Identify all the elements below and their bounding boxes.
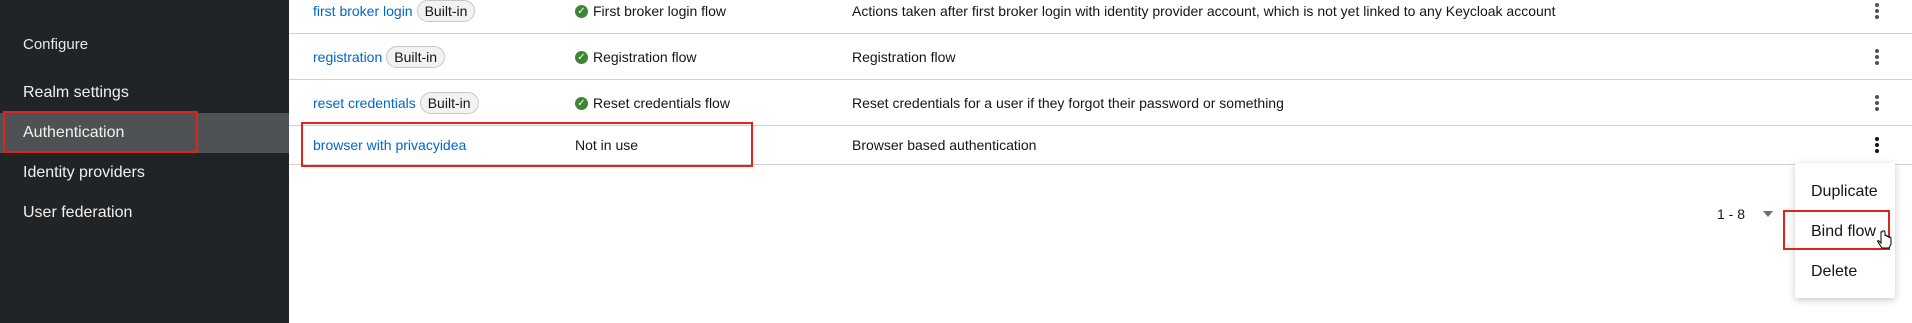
sidebar-item-realm-settings[interactable]: Realm settings [0,73,289,113]
sidebar-item-label: Identity providers [23,164,145,181]
menu-item-label: Bind flow [1811,223,1876,240]
table-row: registration Built-in ✓ Registration flo… [289,35,1912,80]
kebab-icon[interactable] [1862,81,1892,125]
built-in-badge: Built-in [416,0,476,22]
flow-description: Reset credentials for a user if they for… [852,95,1284,111]
sidebar-item-label: Realm settings [23,84,129,101]
used-by-text: First broker login flow [593,3,727,19]
kebab-icon[interactable] [1862,35,1892,79]
pagination-toggle[interactable]: 1 - 8 [1717,206,1774,222]
built-in-badge: Built-in [419,92,479,114]
check-circle-icon: ✓ [575,50,588,64]
flow-name-link[interactable]: first broker login [313,3,413,19]
menu-item-label: Duplicate [1811,183,1878,200]
flow-name-link[interactable]: reset credentials [313,95,416,111]
table-row: first broker login Built-in ✓ First brok… [289,0,1912,34]
used-by-text: Registration flow [593,49,697,65]
check-circle-icon: ✓ [575,96,588,110]
sidebar-section-title: Configure [23,36,89,53]
kebab-icon[interactable] [1862,0,1892,33]
sidebar-item-label: User federation [23,204,133,221]
sidebar-item-user-federation[interactable]: User federation [0,193,289,233]
sidebar: Configure Realm settings Authentication … [0,0,289,323]
pagination-range: 1 - 8 [1717,206,1746,222]
menu-item-label: Delete [1811,263,1858,280]
used-by-text: Not in use [575,137,639,153]
used-by-text: Reset credentials flow [593,95,730,111]
kebab-icon[interactable] [1862,126,1892,164]
flow-description: Registration flow [852,49,956,65]
flow-description: Browser based authentication [852,137,1037,153]
check-circle-icon: ✓ [575,4,588,18]
duplicate-menu-item[interactable]: Duplicate [1795,172,1895,212]
flow-name-link[interactable]: browser with privacyidea [313,137,466,153]
built-in-badge: Built-in [386,46,446,68]
caret-down-icon [1763,211,1774,217]
table-row: browser with privacyidea Not in use Brow… [289,126,1912,165]
sidebar-item-identity-providers[interactable]: Identity providers [0,153,289,193]
sidebar-item-label: Authentication [23,124,125,141]
table-row: reset credentials Built-in ✓ Reset crede… [289,81,1912,126]
delete-menu-item[interactable]: Delete [1795,252,1895,292]
flow-name-link[interactable]: registration [313,49,382,65]
hand-pointer-icon [1877,230,1892,249]
sidebar-item-authentication[interactable]: Authentication [0,113,289,153]
flow-description: Actions taken after first broker login w… [852,3,1556,19]
